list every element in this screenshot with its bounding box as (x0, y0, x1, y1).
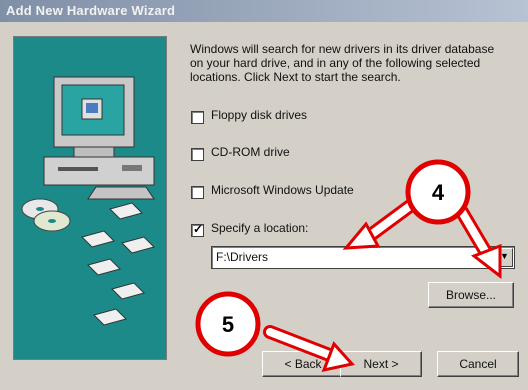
arrow-to-browse-icon (455, 205, 502, 280)
step-5-label: 5 (222, 312, 234, 337)
arrow-to-location-icon (342, 199, 417, 250)
step-5-badge: 5 (195, 291, 261, 357)
wizard-window: Add New Hardware Wizard Windows will sea… (0, 0, 528, 390)
step-4-label: 4 (432, 180, 445, 205)
step-4-badge: 4 (405, 159, 471, 225)
tutorial-annotations: 4 5 (195, 159, 502, 373)
arrow-to-next-icon (263, 325, 355, 373)
